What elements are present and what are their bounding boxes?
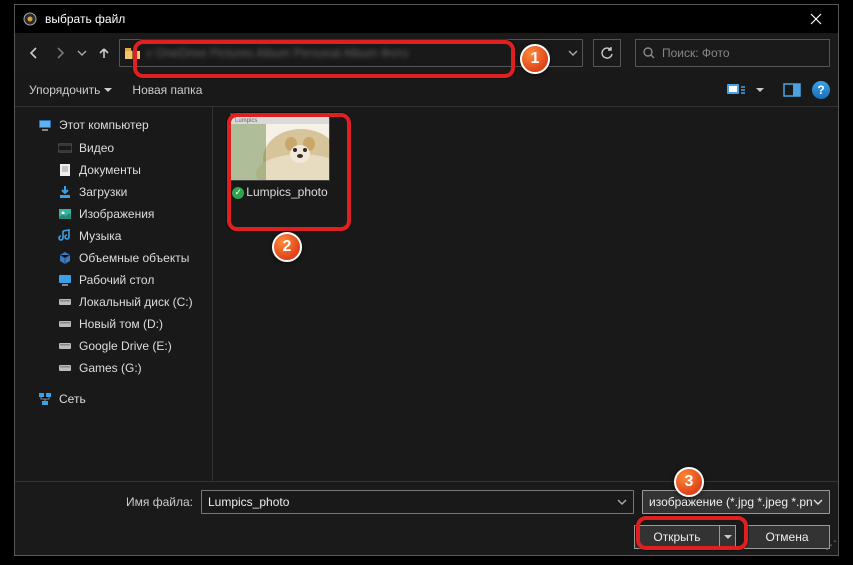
resize-grip[interactable]: ⋰ [825, 538, 835, 552]
footer: Имя файла: Lumpics_photo изображение (*.… [15, 481, 838, 555]
file-caption: ✓ Lumpics_photo [225, 183, 335, 202]
file-area[interactable]: Lumpics ✓ Lumpics_photo [213, 107, 838, 481]
toolbar: Упорядочить Новая папка ? [15, 73, 838, 107]
filename-input[interactable]: Lumpics_photo [201, 490, 634, 514]
svg-text:Lumpics: Lumpics [235, 118, 257, 124]
preview-pane-button[interactable] [780, 78, 804, 102]
open-dropdown[interactable] [720, 525, 736, 549]
sidebar-item-disk-e[interactable]: Google Drive (E:) [15, 335, 212, 357]
forward-button[interactable] [49, 41, 71, 65]
chevron-down-icon[interactable] [813, 497, 823, 507]
file-item[interactable]: Lumpics ✓ Lumpics_photo [225, 113, 335, 202]
view-dropdown-icon[interactable] [756, 86, 764, 94]
sync-ok-icon: ✓ [232, 187, 244, 199]
view-mode-button[interactable] [724, 78, 748, 102]
window-title: выбрать файл [45, 12, 794, 26]
sidebar-item-pictures[interactable]: Изображения [15, 203, 212, 225]
sidebar-item-video[interactable]: Видео [15, 137, 212, 159]
nav-row: « OneDrive Pictures Album Personal Album… [15, 33, 838, 73]
folder-icon [124, 45, 142, 61]
sidebar: Этот компьютер Видео Документы Загрузки … [15, 107, 213, 481]
app-icon [23, 12, 37, 26]
refresh-button[interactable] [593, 39, 621, 67]
help-button[interactable]: ? [812, 81, 830, 99]
chevron-down-icon[interactable] [617, 497, 627, 507]
network-icon [37, 391, 53, 407]
sidebar-item-desktop[interactable]: Рабочий стол [15, 269, 212, 291]
breadcrumb[interactable]: « OneDrive Pictures Album Personal Album… [119, 39, 583, 67]
sidebar-this-pc[interactable]: Этот компьютер [15, 113, 212, 137]
sidebar-item-documents[interactable]: Документы [15, 159, 212, 181]
sidebar-item-music[interactable]: Музыка [15, 225, 212, 247]
search-placeholder: Поиск: Фото [662, 46, 730, 60]
recent-dropdown[interactable] [75, 41, 89, 65]
sidebar-item-3d[interactable]: Объемные объекты [15, 247, 212, 269]
body: Этот компьютер Видео Документы Загрузки … [15, 107, 838, 481]
cancel-button[interactable]: Отмена [744, 525, 830, 549]
open-button[interactable]: Открыть [634, 525, 720, 549]
titlebar: выбрать файл [15, 5, 838, 33]
open-button-group: Открыть [634, 525, 736, 549]
sidebar-item-disk-c[interactable]: Локальный диск (C:) [15, 291, 212, 313]
close-button[interactable] [794, 5, 838, 33]
breadcrumb-path: « OneDrive Pictures Album Personal Album… [146, 46, 408, 60]
filename-label: Имя файла: [23, 495, 193, 509]
pc-icon [37, 117, 53, 133]
filetype-select[interactable]: изображение (*.jpg *.jpeg *.pn [642, 490, 830, 514]
up-button[interactable] [93, 41, 115, 65]
sidebar-item-downloads[interactable]: Загрузки [15, 181, 212, 203]
search-input[interactable]: Поиск: Фото [635, 39, 830, 67]
sidebar-network[interactable]: Сеть [15, 387, 212, 411]
sidebar-item-disk-d[interactable]: Новый том (D:) [15, 313, 212, 335]
sidebar-item-disk-g[interactable]: Games (G:) [15, 357, 212, 379]
search-icon [642, 46, 656, 60]
new-folder-button[interactable]: Новая папка [126, 79, 208, 101]
chevron-down-icon[interactable] [568, 48, 578, 58]
file-thumbnail: Lumpics [230, 113, 330, 181]
organize-button[interactable]: Упорядочить [23, 79, 118, 101]
back-button[interactable] [23, 41, 45, 65]
file-picker-window: выбрать файл « OneDrive Pictures Album P… [14, 4, 839, 556]
